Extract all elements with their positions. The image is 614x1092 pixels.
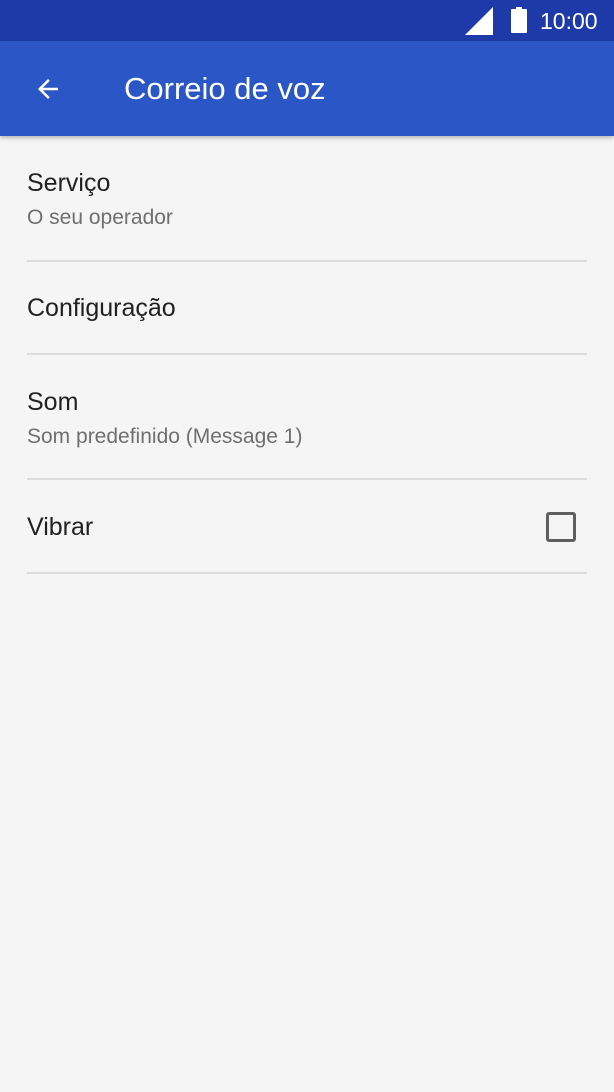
app-bar: Correio de voz bbox=[0, 41, 614, 136]
setting-item-title: Vibrar bbox=[27, 513, 94, 541]
status-bar: 10:00 bbox=[0, 0, 614, 41]
battery-icon bbox=[511, 7, 527, 33]
settings-list: Serviço O seu operador Configuração Som … bbox=[0, 136, 614, 574]
setting-item-configuration[interactable]: Configuração bbox=[27, 262, 587, 355]
setting-item-title: Som bbox=[27, 388, 79, 416]
page-title: Correio de voz bbox=[124, 71, 326, 106]
vibrate-checkbox[interactable] bbox=[546, 512, 576, 542]
setting-item-vibrate[interactable]: Vibrar bbox=[27, 480, 587, 574]
setting-item-title: Configuração bbox=[27, 294, 176, 322]
setting-item-sound[interactable]: Som Som predefinido (Message 1) bbox=[27, 355, 587, 480]
status-time: 10:00 bbox=[540, 8, 598, 34]
setting-item-summary: O seu operador bbox=[27, 206, 173, 229]
cell-signal-icon bbox=[465, 7, 493, 35]
arrow-back-icon bbox=[38, 79, 58, 99]
setting-item-summary: Som predefinido (Message 1) bbox=[27, 425, 303, 448]
back-button[interactable] bbox=[20, 63, 76, 115]
setting-item-service[interactable]: Serviço O seu operador bbox=[27, 136, 587, 262]
setting-item-title: Serviço bbox=[27, 169, 111, 197]
